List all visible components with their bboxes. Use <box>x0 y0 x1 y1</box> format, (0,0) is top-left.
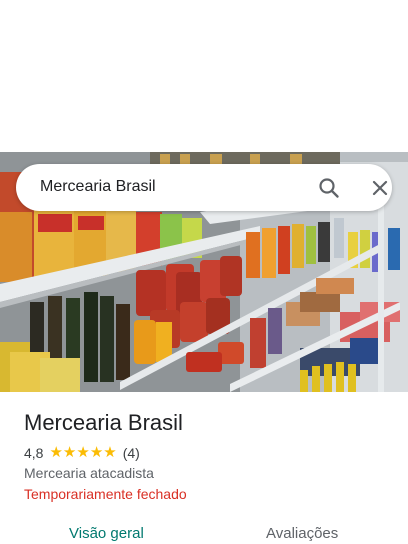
rating-row[interactable]: 4,8 ★ ★ ★ ★ ★ (4) <box>24 444 140 462</box>
rating-value: 4,8 <box>24 445 44 461</box>
review-count[interactable]: (4) <box>123 445 140 461</box>
star-rating: ★ ★ ★ ★ ★ <box>49 444 116 462</box>
search-input[interactable]: Mercearia Brasil <box>40 178 156 196</box>
open-status: Temporariamente fechado <box>24 486 187 502</box>
tab-reviews[interactable]: Avaliações <box>266 525 338 542</box>
star-icon: ★ <box>89 444 104 461</box>
search-bar[interactable]: Mercearia Brasil <box>16 164 392 211</box>
star-icon: ★ <box>76 444 90 461</box>
star-icon: ★ <box>62 444 77 461</box>
blank-header-area <box>0 0 408 152</box>
star-icon: ★ <box>49 444 63 461</box>
maps-place-view: Mercearia Brasil Mercearia Brasil 4,8 ★ … <box>0 0 408 544</box>
search-icon[interactable] <box>316 175 342 201</box>
close-icon[interactable] <box>367 175 393 201</box>
place-title: Mercearia Brasil <box>24 410 183 435</box>
star-icon: ★ <box>103 444 117 461</box>
tab-overview[interactable]: Visão geral <box>69 525 144 542</box>
place-category: Mercearia atacadista <box>24 465 154 481</box>
